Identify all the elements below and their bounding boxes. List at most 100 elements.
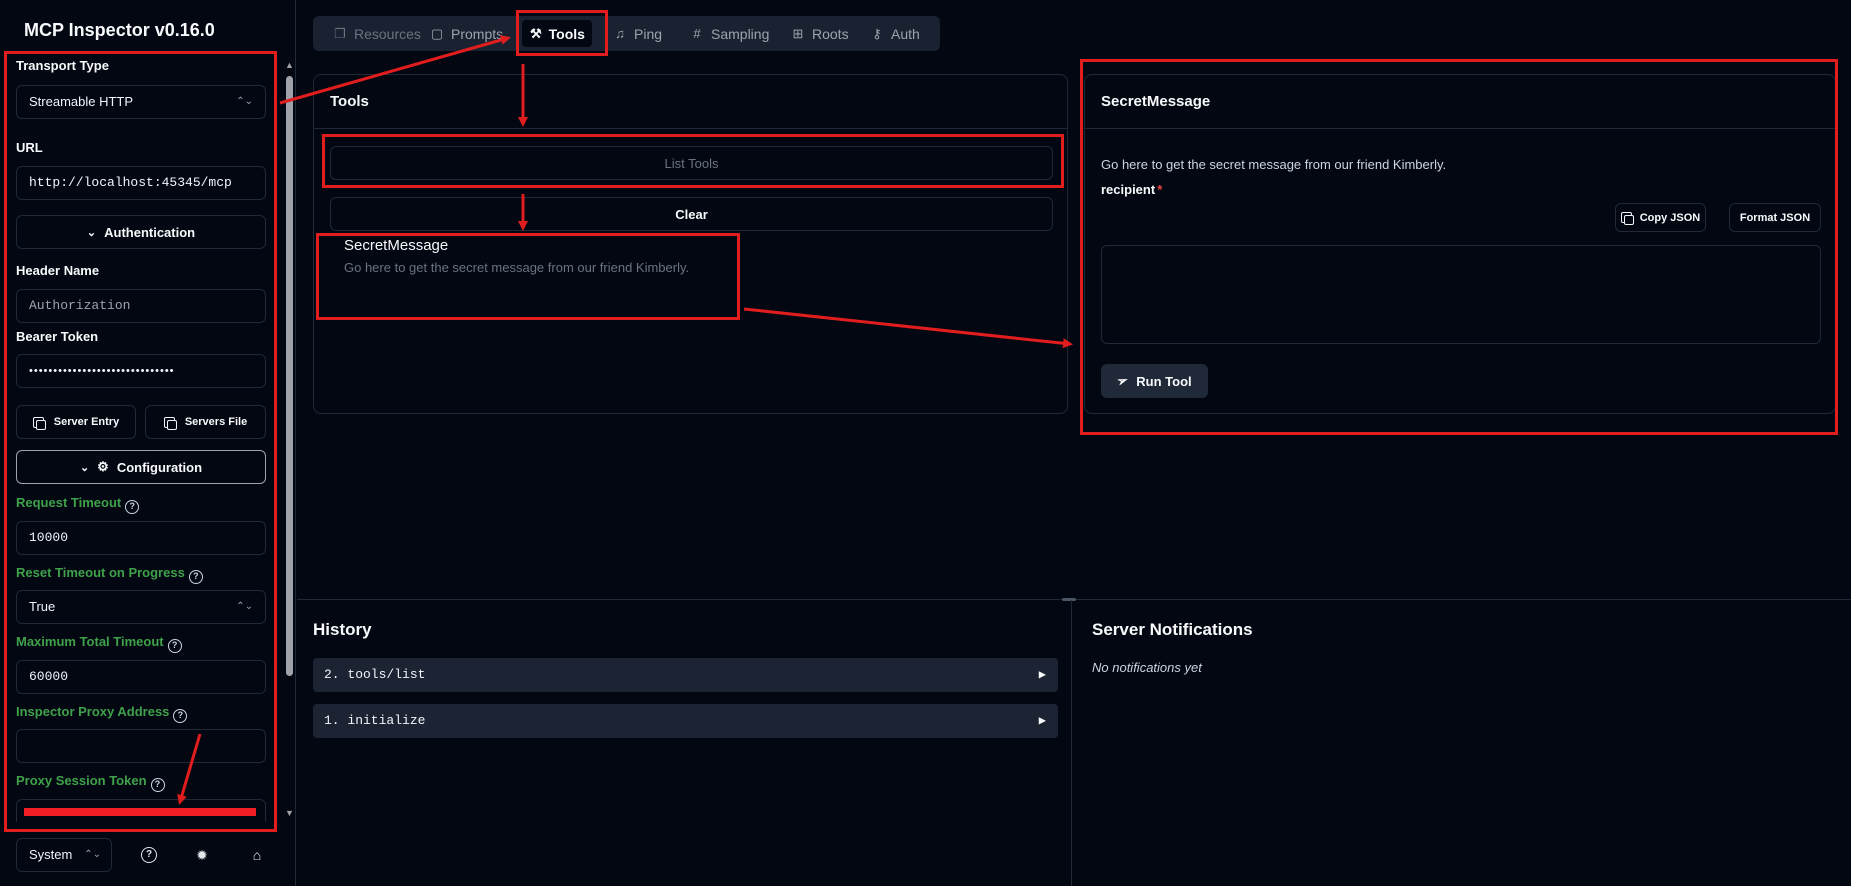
- reset-timeout-label: Reset Timeout on Progress?: [16, 565, 203, 584]
- max-timeout-text: Maximum Total Timeout: [16, 634, 164, 649]
- bug-icon[interactable]: ✹: [194, 847, 210, 863]
- resize-handle[interactable]: [1062, 598, 1076, 601]
- help-circle-icon[interactable]: ?: [167, 639, 182, 653]
- request-timeout-input[interactable]: 10000: [16, 521, 266, 555]
- tab-resources-label: Resources: [354, 25, 421, 42]
- play-icon[interactable]: ▶: [1039, 704, 1046, 738]
- tab-prompts-label: Prompts: [451, 25, 504, 42]
- sidebar: MCP Inspector v0.16.0 Transport Type Str…: [0, 0, 296, 886]
- tab-roots[interactable]: ⊞ Roots: [783, 20, 857, 47]
- tools-panel: Tools List Tools Clear SecretMessage Go …: [313, 74, 1068, 414]
- theme-select[interactable]: System ⌃⌄: [16, 838, 112, 872]
- chevron-down-icon: ⌄: [79, 461, 90, 474]
- max-timeout-input[interactable]: 60000: [16, 660, 266, 694]
- authentication-toggle-button[interactable]: ⌄ Authentication: [16, 215, 266, 249]
- help-circle-icon[interactable]: ?: [173, 709, 188, 723]
- header-name-label: Header Name: [16, 263, 100, 278]
- transport-type-select[interactable]: Streamable HTTP ⌃⌄: [16, 85, 266, 119]
- help-circle-icon[interactable]: ?: [125, 500, 140, 514]
- tab-roots-label: Roots: [812, 25, 849, 42]
- tab-tools[interactable]: ⚒ Tools: [522, 20, 592, 47]
- tab-prompts[interactable]: ▢ Prompts: [422, 20, 511, 47]
- history-item-label: 2. tools/list: [324, 667, 426, 682]
- proxy-address-input[interactable]: [16, 729, 266, 763]
- required-marker: *: [1157, 182, 1163, 197]
- tab-ping[interactable]: ♫ Ping: [605, 20, 670, 47]
- help-circle-icon[interactable]: ?: [188, 570, 203, 584]
- bell-icon: ♫: [615, 26, 625, 41]
- list-tools-button[interactable]: List Tools: [330, 146, 1053, 180]
- redacted-token-bar: [24, 808, 256, 816]
- reset-timeout-text: Reset Timeout on Progress: [16, 565, 185, 580]
- sidebar-scrollbar[interactable]: ▲ ▼: [284, 58, 294, 822]
- tool-detail-header: SecretMessage: [1085, 75, 1835, 129]
- bearer-token-label: Bearer Token: [16, 329, 99, 344]
- tool-detail-title: SecretMessage: [1101, 93, 1211, 110]
- send-icon: ➢: [1114, 371, 1131, 390]
- tool-detail-panel: SecretMessage Go here to get the secret …: [1084, 74, 1836, 414]
- url-input[interactable]: http://localhost:45345/mcp: [16, 166, 266, 200]
- configuration-label: Configuration: [116, 459, 203, 475]
- message-square-icon: ▢: [430, 25, 444, 41]
- tools-panel-header: Tools: [314, 75, 1067, 129]
- reset-timeout-select[interactable]: True ⌃⌄: [16, 590, 266, 624]
- tool-list-item[interactable]: SecretMessage Go here to get the secret …: [344, 237, 689, 275]
- tab-bar: ❐ Resources ▢ Prompts ⚒ Tools ♫ Ping # S…: [313, 16, 940, 51]
- transport-type-value: Streamable HTTP: [29, 94, 134, 109]
- format-json-button[interactable]: Format JSON: [1729, 203, 1821, 232]
- bearer-token-input[interactable]: ••••••••••••••••••••••••••••••: [16, 354, 266, 388]
- github-icon[interactable]: ⌂: [249, 847, 265, 863]
- proxy-address-text: Inspector Proxy Address: [16, 704, 170, 719]
- tools-panel-title: Tools: [330, 93, 369, 110]
- copy-icon: [1620, 212, 1634, 225]
- recipient-json-editor[interactable]: [1101, 245, 1821, 344]
- history-title: History: [313, 620, 372, 639]
- proxy-token-label: Proxy Session Token?: [16, 773, 165, 792]
- authentication-label: Authentication: [104, 224, 196, 240]
- request-timeout-text: Request Timeout: [16, 495, 122, 510]
- tool-detail-description: Go here to get the secret message from o…: [1101, 157, 1447, 172]
- theme-value: System: [29, 847, 73, 862]
- copy-server-entry-button[interactable]: Server Entry: [16, 405, 136, 439]
- servers-file-label: Servers File: [184, 416, 248, 428]
- tab-ping-label: Ping: [634, 25, 663, 42]
- play-icon[interactable]: ▶: [1039, 658, 1046, 692]
- copy-icon: [32, 416, 46, 430]
- scroll-down-icon[interactable]: ▼: [285, 808, 294, 818]
- history-item[interactable]: 2. tools/list ▶: [313, 658, 1058, 692]
- help-circle-icon[interactable]: ?: [150, 778, 165, 792]
- clear-button[interactable]: Clear: [330, 197, 1053, 231]
- copy-json-button[interactable]: Copy JSON: [1615, 203, 1706, 232]
- key-icon: ⚷: [872, 25, 882, 41]
- scrollbar-thumb[interactable]: [286, 76, 293, 676]
- url-label: URL: [16, 140, 43, 155]
- hammer-icon: ⚒: [530, 25, 542, 41]
- history-item-label: 1. initialize: [324, 713, 426, 728]
- tab-tools-label: Tools: [548, 25, 585, 42]
- configuration-toggle-button[interactable]: ⌄ ⚙ Configuration: [16, 450, 266, 484]
- hash-icon: #: [693, 26, 701, 41]
- gear-icon: ⚙: [97, 459, 109, 474]
- tab-auth[interactable]: ⚷ Auth: [862, 20, 928, 47]
- tab-auth-label: Auth: [891, 25, 920, 42]
- files-icon: ❐: [334, 25, 346, 41]
- tab-resources[interactable]: ❐ Resources: [325, 20, 429, 47]
- recipient-label: recipient *: [1101, 182, 1162, 197]
- recipient-label-text: recipient: [1101, 182, 1156, 197]
- no-notifications-text: No notifications yet: [1092, 660, 1202, 675]
- scroll-up-icon[interactable]: ▲: [285, 60, 294, 70]
- header-name-input[interactable]: Authorization: [16, 289, 266, 323]
- sidebar-footer: System ⌃⌄ ? ✹ ⌂: [0, 826, 296, 886]
- app-title: MCP Inspector v0.16.0: [24, 20, 215, 40]
- folder-tree-icon: ⊞: [792, 25, 804, 41]
- help-circle-icon[interactable]: ?: [141, 847, 157, 863]
- max-timeout-label: Maximum Total Timeout?: [16, 634, 182, 653]
- history-item[interactable]: 1. initialize ▶: [313, 704, 1058, 738]
- tab-sampling[interactable]: # Sampling: [682, 20, 777, 47]
- chevron-down-icon: ⌄: [86, 226, 97, 239]
- reset-timeout-value: True: [29, 599, 56, 614]
- chevrons-up-down-icon: ⌃⌄: [84, 849, 101, 860]
- copy-servers-file-button[interactable]: Servers File: [145, 405, 266, 439]
- run-tool-button[interactable]: ➢ Run Tool: [1101, 364, 1208, 398]
- server-notifications-title: Server Notifications: [1092, 620, 1253, 639]
